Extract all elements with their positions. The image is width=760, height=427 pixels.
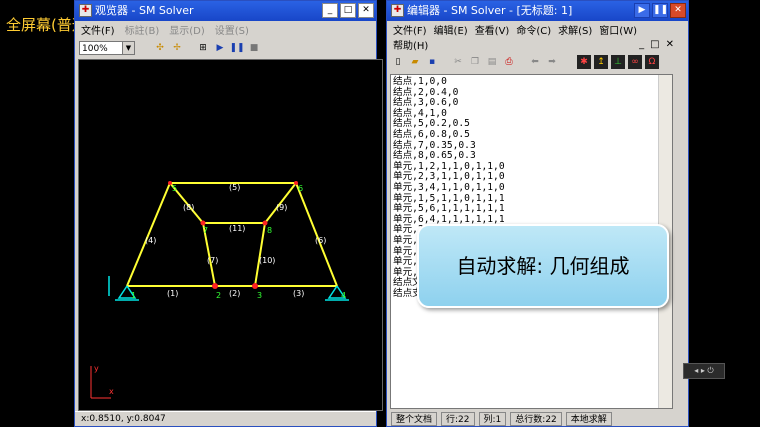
maximize-button[interactable]: □ [340,3,356,18]
solve-tool-3-icon[interactable]: ⊥ [611,55,625,69]
element-label-10: (10) [259,256,275,265]
structure-diagram: 1 2 3 4 5 6 7 8 (1) (2) (3) (4) (5) (6) … [90,181,349,399]
element-label-1: (1) [167,289,178,298]
viewer-menubar: 文件(F) 标註(B) 显示(D) 设置(S) [75,21,376,37]
node-label-2: 2 [216,291,221,300]
app-icon: ✚ [391,4,404,17]
structure-members [126,182,338,287]
node-3 [252,283,258,289]
menu-display[interactable]: 显示(D) [169,22,205,37]
axis-y-label: y [94,364,99,373]
element-label-5: (5) [229,183,240,192]
node-label-1: 1 [131,291,136,300]
node-7 [200,220,206,226]
node-label-8: 8 [267,226,272,235]
print-icon[interactable]: ⎙ [502,55,516,69]
minimize-button[interactable]: ▶ [634,3,650,18]
editor-statusbar: 整个文档 行:22 列:1 总行数:22 本地求解 [387,412,688,426]
open-file-icon[interactable]: ▰ [408,55,422,69]
status-total: 总行数:22 [510,412,562,426]
member-6 [295,182,338,287]
save-icon[interactable]: ▪ [425,55,439,69]
axis-x-label: x [109,387,114,396]
next-view-icon[interactable]: ✢ [170,41,184,55]
status-col: 列:1 [478,412,507,426]
element-label-6: (6) [315,236,326,245]
close-button[interactable]: ✕ [358,3,374,18]
maximize-button[interactable]: ❚❚ [652,3,668,18]
editor-menubar: 文件(F) 编辑(E) 查看(V) 命令(C) 求解(S) 窗口(W) [387,21,688,37]
element-label-11: (11) [229,224,245,233]
stop-icon[interactable]: ■ [247,41,261,55]
editor-toolbar: ▯ ▰ ▪ ✂ ❐ ▤ ⎙ ⬅ ➡ ✱ ↥ ⊥ ∞ Ω [387,52,688,72]
element-label-2: (2) [229,289,240,298]
step-icon[interactable]: ⊞ [196,41,210,55]
axis-indicator: x y [90,364,114,399]
code-line[interactable]: 单元,3,4,1,1,0,1,1,0 [393,182,505,194]
code-line[interactable]: 结点,6,0.8,0.5 [393,129,505,141]
menu-annotate[interactable]: 标註(B) [125,22,160,37]
structure-canvas[interactable]: 1 2 3 4 5 6 7 8 (1) (2) (3) (4) (5) (6) … [78,59,383,411]
viewer-titlebar[interactable]: ✚ 观览器 - SM Solver _ □ ✕ [75,1,376,21]
pause-icon[interactable]: ❚❚ [229,41,244,55]
editor-titlebar[interactable]: ✚ 编辑器 - SM Solver - [无标题: 1] ▶ ❚❚ ✕ [387,1,688,21]
status-row: 行:22 [441,412,475,426]
media-control[interactable]: ◂ ▸ ⏻ [683,363,725,379]
node-2 [212,283,218,289]
menu-solve[interactable]: 求解(S) [558,22,592,37]
element-label-4: (4) [145,236,156,245]
mdi-controls[interactable]: _□✕ [639,39,680,50]
paste-icon[interactable]: ▤ [485,55,499,69]
solve-tool-2-icon[interactable]: ↥ [594,55,608,69]
menu-file[interactable]: 文件(F) [393,22,427,37]
viewer-window: ✚ 观览器 - SM Solver _ □ ✕ 文件(F) 标註(B) 显示(D… [74,0,383,427]
viewer-toolbar: 100% ▼ ✣ ✢ ⊞ ▶ ❚❚ ■ [75,38,376,58]
undo-icon[interactable]: ⬅ [528,55,542,69]
element-label-8: (8) [183,203,194,212]
status-scope: 整个文档 [391,412,438,426]
copy-icon[interactable]: ❐ [468,55,482,69]
menu-edit[interactable]: 编辑(E) [434,22,468,37]
prev-view-icon[interactable]: ✣ [153,41,167,55]
play-icon[interactable]: ▶ [213,41,227,55]
element-label-7: (7) [207,256,218,265]
member-10 [254,222,266,287]
editor-title: 编辑器 - SM Solver - [无标题: 1] [407,4,573,17]
close-button[interactable]: ✕ [670,3,686,18]
node-label-6: 6 [298,184,303,193]
node-label-7: 7 [203,226,208,235]
editor-menubar-2: 帮助(H) _□✕ [387,36,688,52]
zoom-value: 100% [82,44,108,54]
redo-icon[interactable]: ➡ [545,55,559,69]
nodes [168,181,298,289]
app-icon: ✚ [79,4,92,17]
code-line[interactable]: 结点,1,0,0 [393,76,505,88]
menu-help[interactable]: 帮助(H) [393,37,428,52]
node-label-5: 5 [172,184,177,193]
status-solve: 本地求解 [565,412,612,426]
solve-tool-5-icon[interactable]: Ω [645,55,659,69]
cut-icon[interactable]: ✂ [451,55,465,69]
chevron-down-icon: ▼ [122,42,134,54]
menu-window[interactable]: 窗口(W) [599,22,637,37]
element-label-9: (9) [276,203,287,212]
node-label-4: 4 [341,291,346,300]
callout-box: 自动求解: 几何组成 [417,224,669,308]
node-8 [262,220,268,226]
zoom-select[interactable]: 100% ▼ [79,41,135,55]
editor-window: ✚ 编辑器 - SM Solver - [无标题: 1] ▶ ❚❚ ✕ 文件(F… [386,0,689,427]
solve-tool-4-icon[interactable]: ∞ [628,55,642,69]
menu-command[interactable]: 命令(C) [516,22,551,37]
menu-file[interactable]: 文件(F) [81,22,115,37]
member-4 [126,182,171,287]
viewer-statusbar: x:0.8510, y:0.8047 [75,411,376,426]
solve-tool-1-icon[interactable]: ✱ [577,55,591,69]
minimize-button[interactable]: _ [322,3,338,18]
menu-settings[interactable]: 设置(S) [215,22,249,37]
menu-view[interactable]: 查看(V) [475,22,510,37]
viewer-title: 观览器 - SM Solver [95,4,194,17]
node-label-3: 3 [257,291,262,300]
new-file-icon[interactable]: ▯ [391,55,405,69]
element-label-3: (3) [293,289,304,298]
